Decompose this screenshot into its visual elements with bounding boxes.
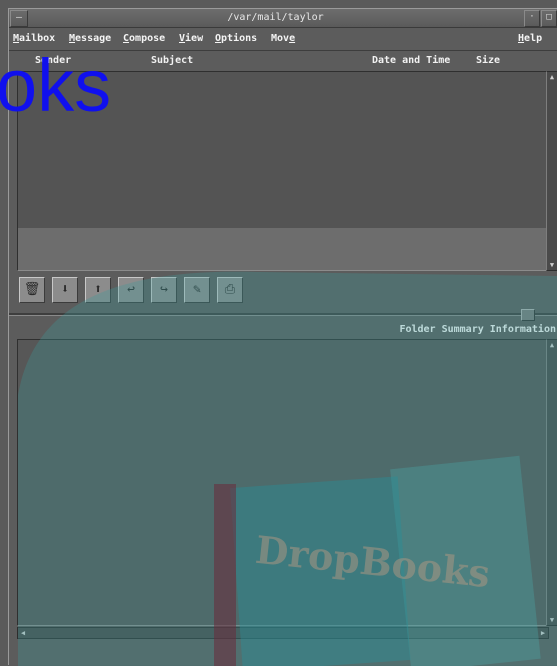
- scroll-right-icon[interactable]: ▶: [538, 628, 548, 638]
- list-shade: [18, 228, 546, 270]
- scroll-down-icon[interactable]: ▼: [547, 615, 557, 625]
- title-bar[interactable]: — /var/mail/taylor · □: [9, 9, 557, 28]
- message-viewer[interactable]: [17, 339, 547, 626]
- folder-summary-label: Folder Summary Information: [399, 324, 556, 335]
- menu-view[interactable]: View: [179, 33, 203, 45]
- compose-button[interactable]: ✎: [184, 277, 210, 303]
- message-list[interactable]: [17, 71, 547, 271]
- scroll-up-icon[interactable]: ▲: [547, 340, 557, 350]
- menu-bar: Mailbox Message Compose View Options Mov…: [9, 28, 557, 51]
- minimize-icon[interactable]: ·: [524, 10, 540, 27]
- previous-message-button[interactable]: ⬆: [85, 277, 111, 303]
- next-message-button[interactable]: ⬇: [52, 277, 78, 303]
- arrow-down-icon: ⬇: [61, 282, 69, 297]
- menu-help[interactable]: Help: [518, 33, 542, 45]
- reply-button[interactable]: ↩: [118, 277, 144, 303]
- pane-divider[interactable]: [9, 313, 557, 316]
- window-menu-icon[interactable]: —: [10, 10, 28, 27]
- scroll-down-icon[interactable]: ▼: [547, 260, 557, 270]
- maximize-icon[interactable]: □: [541, 10, 557, 27]
- print-icon: ⎙: [224, 282, 236, 297]
- message-list-scrollbar[interactable]: ▲ ▼: [546, 71, 557, 271]
- viewer-horizontal-scrollbar[interactable]: ◀ ▶: [17, 627, 549, 639]
- menu-options[interactable]: Options: [215, 33, 257, 45]
- menu-compose[interactable]: Compose: [123, 33, 165, 45]
- window-title: /var/mail/taylor: [227, 12, 324, 23]
- arrow-up-icon: ⬆: [94, 282, 102, 297]
- compose-icon: ✎: [193, 282, 201, 297]
- column-size[interactable]: Size: [476, 55, 500, 67]
- scroll-up-icon[interactable]: ▲: [547, 72, 557, 82]
- column-sender[interactable]: Sender: [35, 55, 71, 67]
- column-headers: Sender Subject Date and Time Size: [9, 51, 557, 71]
- print-button[interactable]: ⎙: [217, 277, 243, 303]
- pane-resize-handle[interactable]: [521, 309, 535, 321]
- viewer-scrollbar[interactable]: ▲ ▼: [546, 339, 557, 626]
- forward-button[interactable]: ↪: [151, 277, 177, 303]
- menu-message[interactable]: Message: [69, 33, 111, 45]
- toolbar: 🗑 ⬇ ⬆ ↩ ↪ ✎ ⎙: [19, 277, 279, 305]
- delete-button[interactable]: 🗑: [19, 277, 45, 303]
- menu-mailbox[interactable]: Mailbox: [13, 33, 55, 45]
- mail-window: — /var/mail/taylor · □ Mailbox Message C…: [8, 8, 557, 665]
- reply-icon: ↩: [127, 282, 135, 297]
- menu-move[interactable]: Move: [271, 33, 295, 45]
- column-date[interactable]: Date and Time: [372, 55, 450, 67]
- scroll-left-icon[interactable]: ◀: [18, 628, 28, 638]
- forward-icon: ↪: [160, 282, 168, 297]
- column-subject[interactable]: Subject: [151, 55, 193, 67]
- trash-icon: 🗑: [23, 282, 41, 297]
